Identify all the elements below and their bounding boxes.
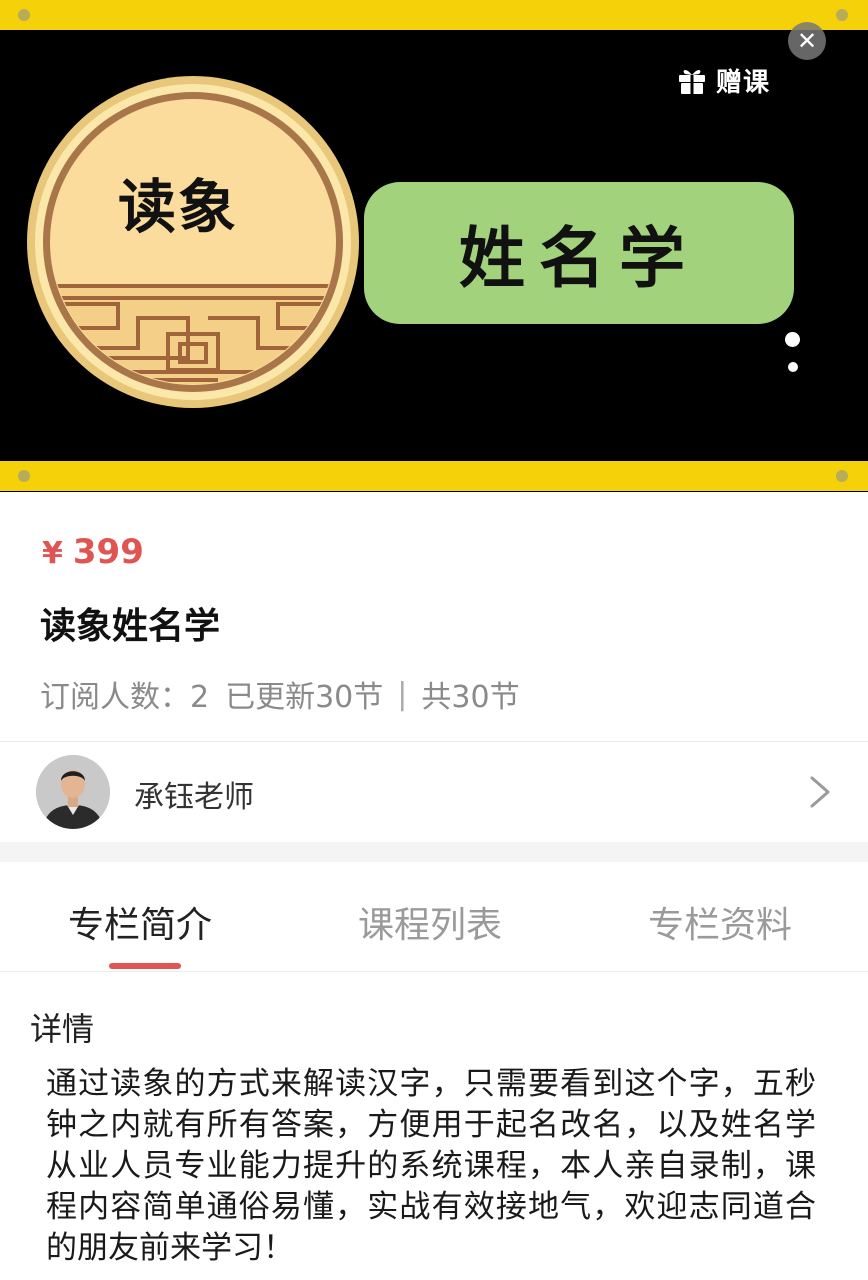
gift-course-label: 赠课 (716, 67, 771, 98)
detail-body: 通过读象的方式来解读汉字，只需要看到这个字，五秒钟之内就有所有答案，方便用于起名… (46, 1066, 816, 1266)
carousel-dot[interactable] (785, 332, 800, 347)
banner-title: 姓名学 (459, 219, 699, 297)
close-button[interactable]: ✕ (788, 22, 826, 60)
course-title: 读象姓名学 (40, 606, 221, 647)
price-value: 399 (72, 532, 144, 572)
carousel-indicator[interactable] (784, 332, 804, 382)
total-count: 共30节 (421, 680, 520, 715)
gift-course-button[interactable]: 赠课 (676, 60, 770, 100)
subscriber-count: 订阅人数：2 (40, 680, 210, 715)
chevron-right-icon[interactable] (804, 772, 834, 812)
medal-title: 读象 (118, 173, 239, 241)
avatar[interactable] (36, 755, 110, 829)
tab-course-list[interactable]: 课程列表 (358, 896, 502, 948)
teacher-row[interactable]: 承钰老师 (0, 742, 868, 842)
detail-heading: 详情 (30, 1010, 95, 1048)
rail-rivet (836, 9, 848, 21)
updated-count: 已更新30节 (225, 680, 384, 715)
rail-rivet (18, 470, 30, 482)
banner-bottom-rail (0, 461, 868, 491)
rail-rivet (836, 470, 848, 482)
teacher-name[interactable]: 承钰老师 (134, 772, 254, 816)
rail-rivet (18, 9, 30, 21)
price-currency: ¥ (42, 536, 63, 571)
tab-bar: 专栏简介 课程列表 专栏资料 (0, 862, 868, 972)
meta-separator: | (397, 676, 408, 712)
section-gap (0, 842, 868, 862)
course-meta: 订阅人数：2 已更新30节 | 共30节 (40, 672, 520, 716)
course-price: ¥399 (42, 532, 144, 572)
tab-column-materials[interactable]: 专栏资料 (648, 896, 792, 948)
gift-icon (679, 69, 705, 94)
carousel-dot[interactable] (788, 362, 798, 372)
course-banner[interactable]: ✕ 赠课 读象 姓名学 (0, 0, 868, 492)
banner-title-pill: 姓名学 (364, 182, 794, 324)
close-icon: ✕ (796, 27, 818, 55)
active-tab-indicator (109, 963, 181, 969)
avatar-icon (36, 755, 110, 829)
tab-column-intro[interactable]: 专栏简介 (68, 896, 212, 948)
banner-top-rail (0, 0, 868, 30)
